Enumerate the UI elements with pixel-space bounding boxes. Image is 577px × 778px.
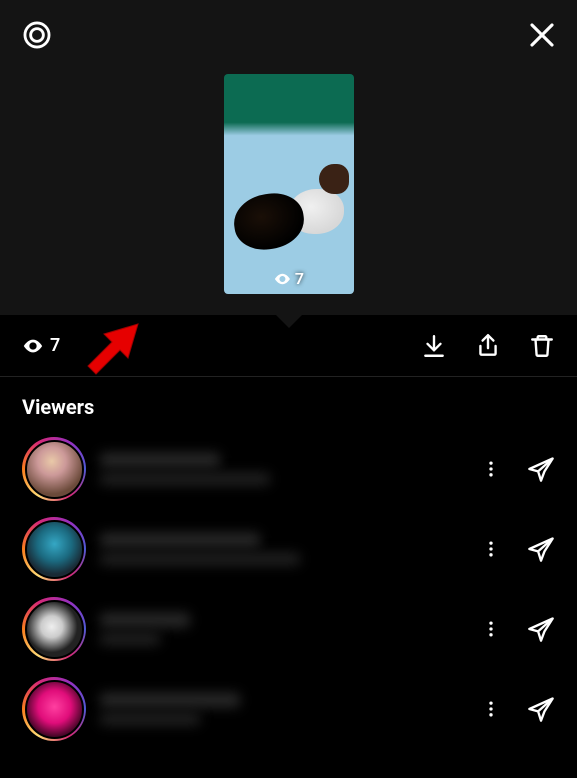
close-button[interactable] (527, 20, 557, 50)
viewer-username (100, 613, 190, 627)
more-options-button[interactable] (481, 539, 501, 559)
avatar (25, 440, 84, 499)
thumbnail-view-count-value: 7 (295, 269, 304, 288)
send-icon (527, 455, 555, 483)
eye-icon (273, 270, 291, 288)
more-options-button[interactable] (481, 699, 501, 719)
send-message-button[interactable] (527, 695, 555, 723)
send-icon (527, 695, 555, 723)
avatar-story-ring[interactable] (22, 517, 86, 581)
viewer-row[interactable] (0, 669, 577, 749)
viewer-info (100, 693, 467, 725)
viewer-displayname (100, 633, 160, 645)
avatar-story-ring[interactable] (22, 437, 86, 501)
viewer-row[interactable] (0, 509, 577, 589)
viewer-username (100, 453, 220, 467)
viewer-username (100, 693, 240, 707)
action-icons (421, 333, 555, 359)
delete-button[interactable] (529, 333, 555, 359)
send-message-button[interactable] (527, 615, 555, 643)
eye-icon (22, 335, 44, 357)
gear-icon (20, 18, 54, 52)
avatar-story-ring[interactable] (22, 677, 86, 741)
avatar-story-ring[interactable] (22, 597, 86, 661)
more-options-button[interactable] (481, 459, 501, 479)
send-icon (527, 615, 555, 643)
viewers-list (0, 429, 577, 749)
settings-button[interactable] (20, 18, 54, 52)
more-vertical-icon (481, 539, 501, 559)
viewer-info (100, 533, 467, 565)
share-icon (475, 333, 501, 359)
avatar (25, 680, 84, 739)
viewer-displayname (100, 553, 300, 565)
story-image-content (234, 144, 344, 274)
avatar (25, 520, 84, 579)
story-thumbnail[interactable]: 7 (224, 74, 354, 294)
more-vertical-icon (481, 619, 501, 639)
avatar (25, 600, 84, 659)
viewer-info (100, 613, 467, 645)
more-options-button[interactable] (481, 619, 501, 639)
viewer-username (100, 533, 260, 547)
send-message-button[interactable] (527, 535, 555, 563)
download-icon (421, 333, 447, 359)
viewers-heading: Viewers (0, 377, 577, 429)
viewer-displayname (100, 473, 270, 485)
viewer-row[interactable] (0, 589, 577, 669)
close-icon (527, 20, 557, 50)
share-button[interactable] (475, 333, 501, 359)
thumbnail-view-count: 7 (273, 269, 304, 288)
viewer-info (100, 453, 467, 485)
top-bar (0, 0, 577, 70)
more-vertical-icon (481, 459, 501, 479)
preview-pointer-notch (275, 314, 303, 328)
viewer-row[interactable] (0, 429, 577, 509)
send-icon (527, 535, 555, 563)
send-message-button[interactable] (527, 455, 555, 483)
download-button[interactable] (421, 333, 447, 359)
view-count-value: 7 (50, 335, 60, 356)
story-preview-area: 7 (0, 0, 577, 315)
viewer-displayname (100, 713, 200, 725)
more-vertical-icon (481, 699, 501, 719)
trash-icon (529, 333, 555, 359)
view-count[interactable]: 7 (22, 335, 60, 357)
